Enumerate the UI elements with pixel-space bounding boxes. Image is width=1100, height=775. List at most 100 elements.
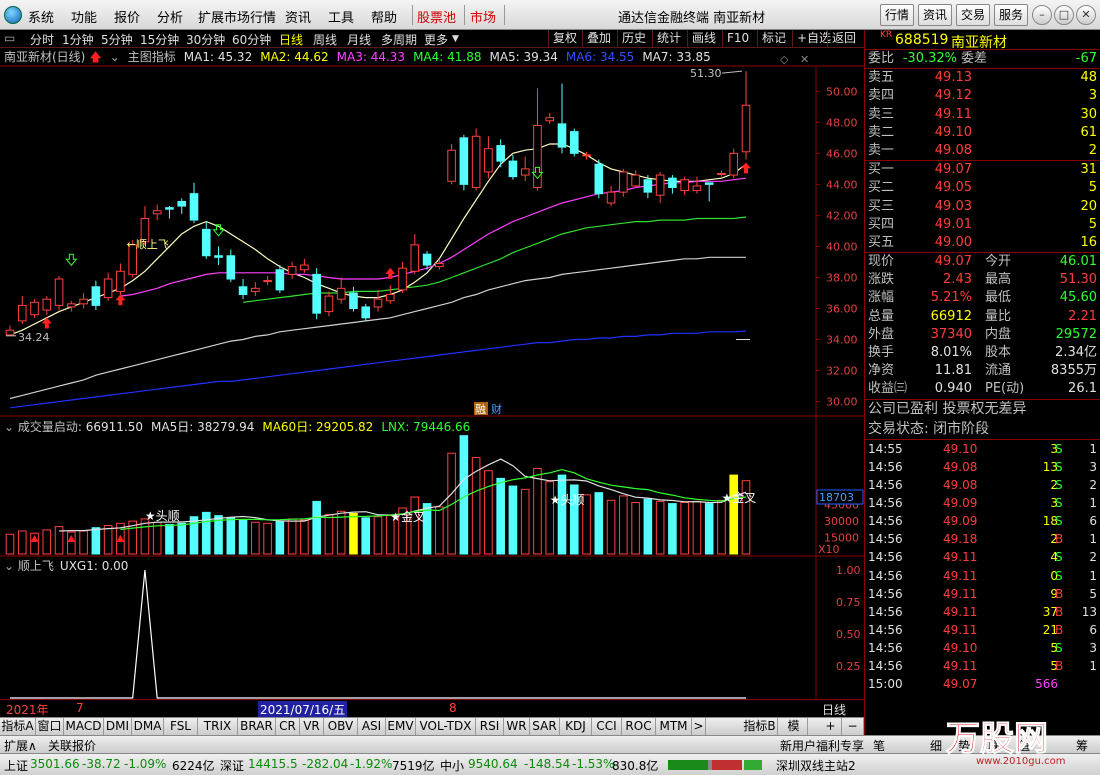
volume-bar (5, 533, 15, 555)
menu-quote[interactable]: 报价 (114, 7, 140, 26)
tick-time: 14:56 (868, 586, 903, 601)
stat-value: 8.01% (930, 345, 972, 360)
mark-button[interactable]: 标记 (757, 30, 790, 48)
indicator-tab-asi[interactable]: ASI (358, 718, 386, 736)
back-button[interactable]: 返回 (827, 30, 860, 48)
minimize-icon[interactable]: – (1032, 5, 1052, 25)
period-tab-daily[interactable]: 日线 (279, 31, 303, 48)
service-button[interactable]: 服务 (994, 4, 1028, 26)
period-tab-weekly[interactable]: 周线 (313, 31, 337, 48)
menu-help[interactable]: 帮助 (371, 7, 397, 26)
period-tab-intraday[interactable]: 分时 (30, 31, 54, 48)
indicator-tab-wr[interactable]: WR (504, 718, 530, 736)
app-logo-icon (4, 6, 22, 24)
menu-system[interactable]: 系统 (28, 7, 54, 26)
f10-button[interactable]: F10 (722, 30, 753, 48)
indicator-tab-mtm[interactable]: MTM (656, 718, 692, 736)
menu-stock-pool[interactable]: 股票池 (417, 7, 456, 26)
indicator-tab-trix[interactable]: TRIX (198, 718, 238, 736)
history-button[interactable]: 历史 (617, 30, 650, 48)
overlay-button[interactable]: 叠加 (582, 30, 615, 48)
indicator-tab-vol-tdx[interactable]: VOL-TDX (416, 718, 476, 736)
tick-price: 49.10 (943, 641, 978, 656)
indicator-right-1[interactable]: 模 板 (780, 718, 808, 750)
bid-row: 买二 49.05 5 (865, 179, 1100, 197)
volume-ma60: MA60日: 29205.82 (262, 420, 374, 434)
sub-indicator-name[interactable]: 顺上飞 (18, 559, 54, 573)
draw-button[interactable]: 画线 (687, 30, 720, 48)
menu-news[interactable]: 资讯 (285, 7, 311, 26)
volume-bar (103, 525, 113, 555)
sz-index-label[interactable]: 深证 (220, 757, 244, 774)
indicator-tab---a[interactable]: 指标A (0, 718, 36, 736)
period-tab-multi[interactable]: 多周期 (381, 31, 417, 48)
period-tab-more[interactable]: 更多 (424, 31, 448, 48)
period-tab-5min[interactable]: 5分钟 (101, 31, 133, 48)
volume-bar (496, 477, 505, 555)
zoom-in-icon[interactable]: + (820, 718, 842, 736)
stats-button[interactable]: 统计 (652, 30, 685, 48)
indicator-tab-kdj[interactable]: KDJ (560, 718, 592, 736)
more-chevron-icon[interactable]: ▼ (452, 34, 459, 44)
menu-function[interactable]: 功能 (71, 7, 97, 26)
zoom-out-icon[interactable]: − (842, 718, 864, 736)
indicator-tab-sar[interactable]: SAR (530, 718, 560, 736)
indicator-tab-cr[interactable]: CR (276, 718, 300, 736)
indicator-right-0[interactable]: 指标B (742, 718, 778, 736)
stat-label: 现价 (868, 254, 895, 270)
adjust-button[interactable]: 复权 (548, 30, 581, 48)
info-button[interactable]: 资讯 (918, 4, 952, 26)
period-tab-1min[interactable]: 1分钟 (62, 31, 94, 48)
zx-index-change: -148.54 (524, 757, 571, 771)
menu-analysis[interactable]: 分析 (157, 7, 183, 26)
period-tab-15min[interactable]: 15分钟 (140, 31, 179, 48)
indicator-tab-dma[interactable]: DMA (132, 718, 164, 736)
quote-button[interactable]: 行情 (880, 4, 914, 26)
indicator-tab-roc[interactable]: ROC (622, 718, 656, 736)
tabs-scroll-right-icon[interactable]: > (692, 718, 706, 736)
stock-name: 南亚新材 (951, 35, 1007, 51)
period-tab-monthly[interactable]: 月线 (347, 31, 371, 48)
indicator-tab-emv[interactable]: EMV (386, 718, 416, 736)
indicator-sub-dropdown-icon[interactable]: ⌄ (4, 559, 14, 573)
menu-tools[interactable]: 工具 (328, 7, 354, 26)
indicator-tab-dmi[interactable]: DMI (104, 718, 132, 736)
period-tab-30min[interactable]: 30分钟 (186, 31, 225, 48)
maximize-icon[interactable]: □ (1054, 5, 1074, 25)
indicator-tab-obv[interactable]: OBV (324, 718, 358, 736)
expand-button[interactable]: 扩展∧ (4, 737, 37, 754)
volume-bar (312, 500, 321, 555)
volume-dropdown-icon[interactable]: ⌄ (4, 420, 14, 434)
menu-ext-market[interactable]: 扩展市场行情 (198, 7, 276, 26)
period-tab-60min[interactable]: 60分钟 (232, 31, 271, 48)
indicator-tab-fsl[interactable]: FSL (164, 718, 198, 736)
new-user-promo-link[interactable]: 新用户福利专享 (780, 737, 864, 754)
indicator-tab-rsi[interactable]: RSI (476, 718, 504, 736)
candle-body (79, 298, 88, 305)
volume-bar (717, 499, 726, 555)
stat-row: 收益㈢ 0.940 PE(动) 26.1 (865, 380, 1100, 398)
server-status[interactable]: 深圳双线主站2 (776, 757, 856, 774)
indicator-tab---[interactable]: 窗口 (36, 718, 64, 736)
status-bar: 扩展∧ 关联报价 (0, 735, 864, 753)
indicator-tab-cci[interactable]: CCI (592, 718, 622, 736)
tick-list[interactable]: 14:55 49.10 3 S 1 14:56 49.08 13 S 3 14:56 49.08 2 S 2… (865, 440, 1100, 694)
indicator-tab-macd[interactable]: MACD (64, 718, 104, 736)
chart-option-icon: ◇ (780, 53, 789, 66)
related-quote-button[interactable]: 关联报价 (48, 737, 96, 754)
menu-market[interactable]: 市场 (470, 7, 496, 26)
stat-value: 2.34亿 (1055, 345, 1097, 360)
price-tick-label: 44.00 (826, 178, 858, 191)
tab-ticks[interactable]: 笔 (873, 737, 885, 754)
sh-index-label[interactable]: 上证 (4, 757, 28, 774)
date-period[interactable]: 日线 (822, 701, 846, 718)
volume-bar (189, 516, 199, 555)
volume-indicator-name[interactable]: 成交量启动 (18, 420, 78, 434)
close-icon[interactable]: ✕ (1076, 5, 1096, 25)
zx-index-label[interactable]: 中小 (440, 757, 464, 774)
chart-area[interactable]: 51.30 34.24 ←顺上飞融财 ★头顺 ★金叉 ★头顺 ★金叉 50.00 48.00… (0, 48, 864, 717)
trade-button[interactable]: 交易 (956, 4, 990, 26)
indicator-tab-vr[interactable]: VR (300, 718, 324, 736)
indicator-tab-brar[interactable]: BRAR (238, 718, 276, 736)
tick-count: 2 (1089, 550, 1097, 565)
